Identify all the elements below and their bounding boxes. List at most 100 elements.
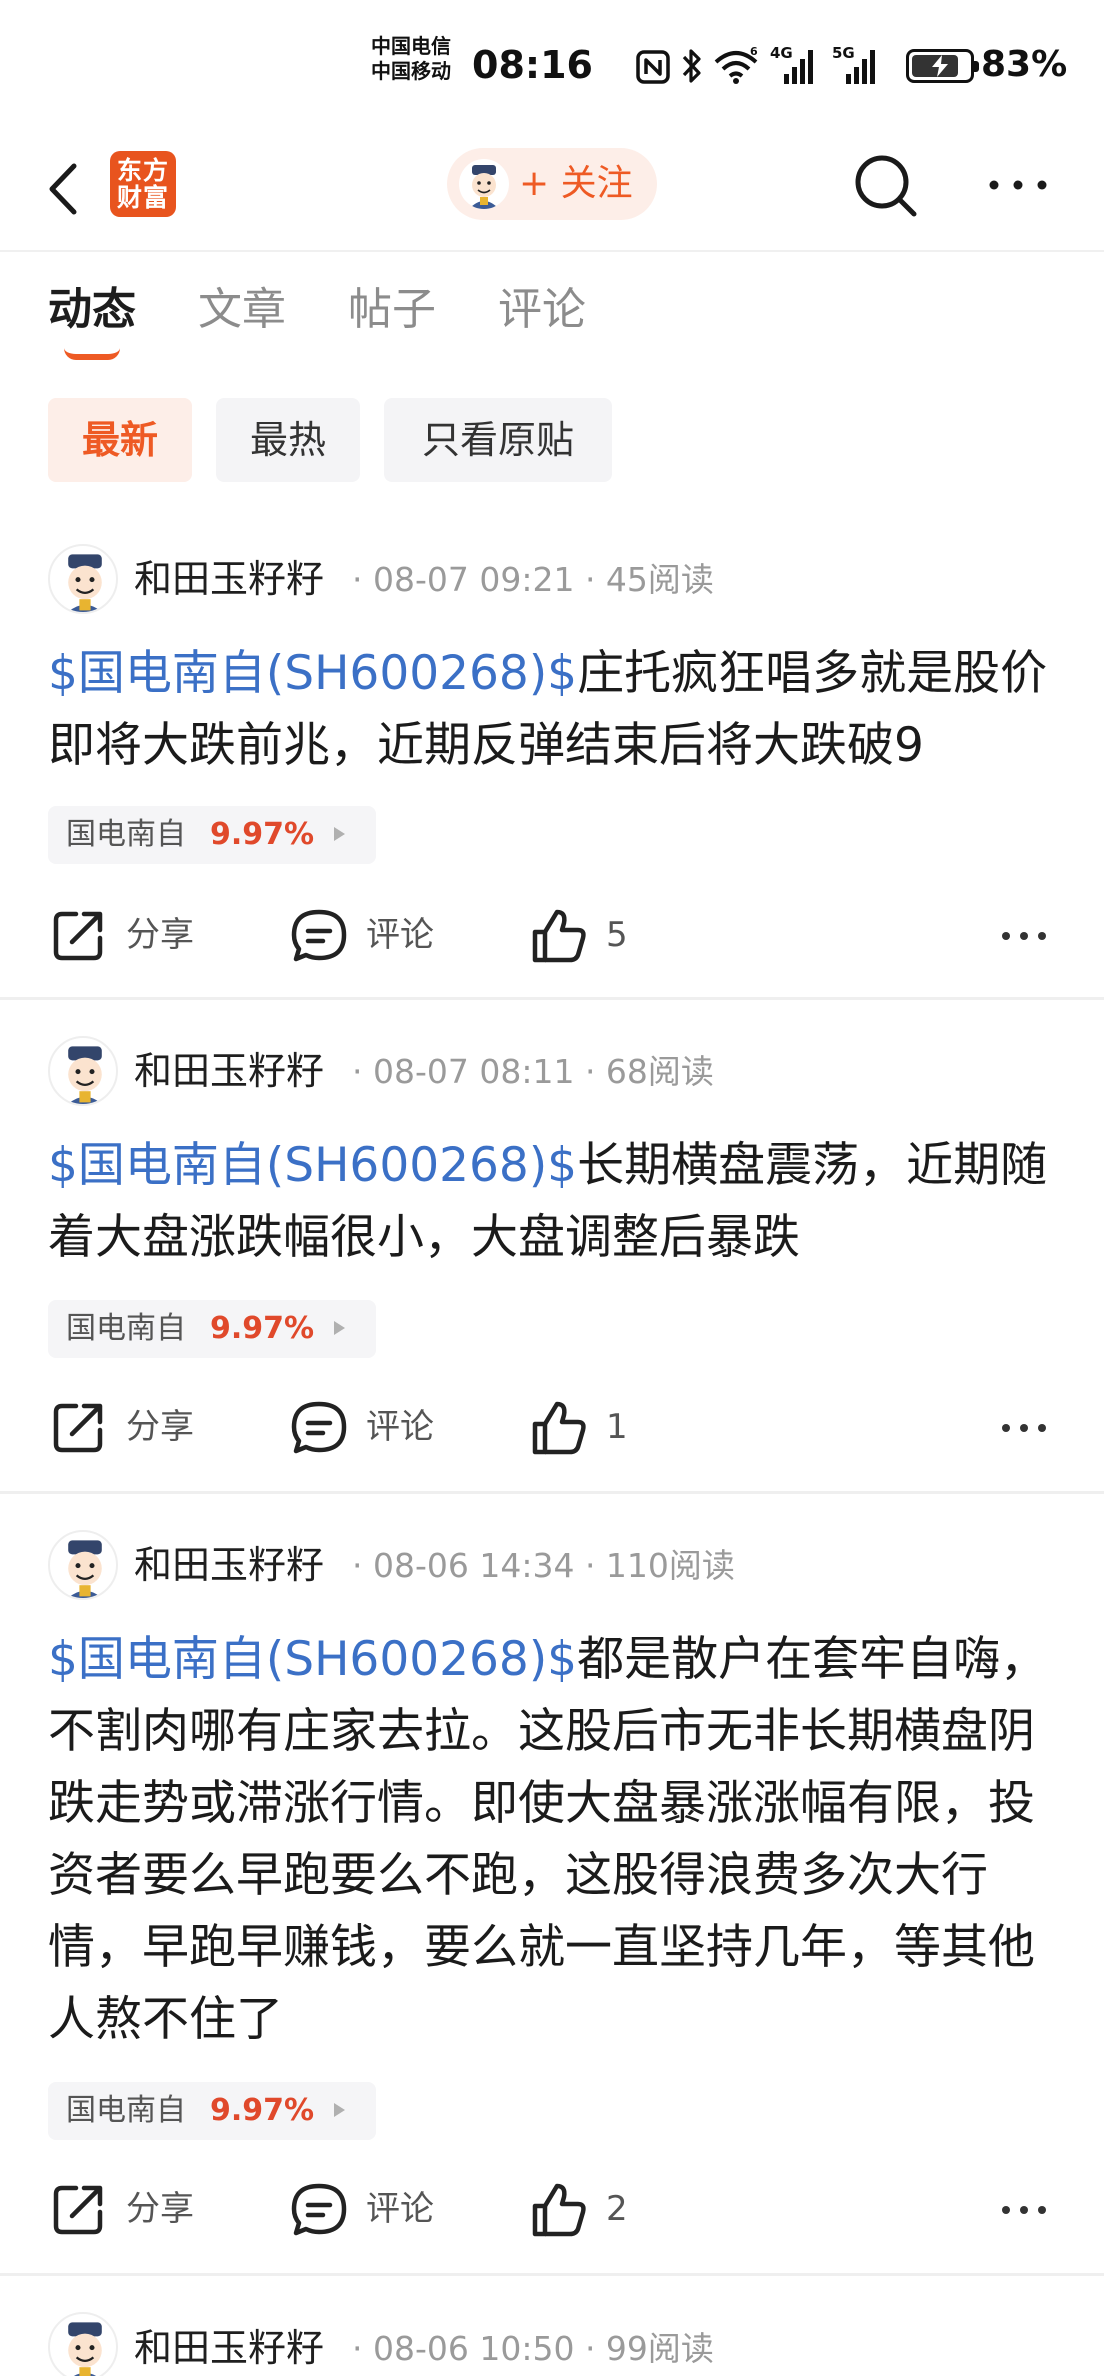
post-more-button[interactable] bbox=[1000, 1420, 1048, 1434]
filter-hottest[interactable]: 最热 bbox=[216, 398, 360, 482]
tab-comments[interactable]: 评论 bbox=[498, 282, 586, 338]
fortune-god-avatar-icon bbox=[68, 1540, 102, 1598]
status-time: 08:16 bbox=[472, 43, 593, 87]
post-meta: · 08-06 14:34 · 110阅读 bbox=[352, 1546, 735, 1585]
post-actions: 分享 评论 5 bbox=[0, 900, 1104, 970]
back-arrow-icon bbox=[49, 163, 77, 215]
stock-tag-change: 9.97% bbox=[210, 2093, 315, 2128]
back-button[interactable] bbox=[38, 154, 98, 224]
signal-4g-icon: 4G bbox=[770, 44, 813, 84]
post-card[interactable]: 和田玉籽籽 · 08-06 14:34 · 110阅读 $国电南自(SH6002… bbox=[0, 1494, 1104, 2276]
comment-label: 评论 bbox=[366, 915, 434, 955]
post-content[interactable]: $国电南自(SH600268)$都是散户在套牢自嗨，不割肉哪有庄家去拉。这股后市… bbox=[48, 1624, 1068, 2056]
avatar[interactable] bbox=[48, 1036, 118, 1106]
like-button[interactable]: 1 bbox=[530, 1392, 650, 1462]
filter-original-only[interactable]: 只看原贴 bbox=[384, 398, 612, 482]
more-dots-icon bbox=[1002, 1424, 1046, 1432]
filter-latest[interactable]: 最新 bbox=[48, 398, 192, 482]
author-name[interactable]: 和田玉籽籽 bbox=[134, 555, 324, 603]
post-meta: · 08-07 09:21 · 45阅读 bbox=[352, 560, 714, 599]
comment-button[interactable]: 评论 bbox=[290, 900, 450, 970]
fortune-god-avatar-icon bbox=[469, 165, 499, 209]
follow-button[interactable]: + 关注 bbox=[447, 148, 657, 220]
active-tab-indicator bbox=[64, 348, 120, 360]
share-icon bbox=[53, 911, 103, 961]
more-dots-icon bbox=[1002, 2206, 1046, 2214]
logo-line-1: 东方 bbox=[116, 156, 169, 185]
carrier-2: 中国移动 bbox=[371, 59, 451, 83]
charging-icon bbox=[932, 55, 948, 77]
stock-tag-name: 国电南自 bbox=[66, 1311, 186, 1346]
tab-posts[interactable]: 帖子 bbox=[348, 282, 436, 338]
avatar[interactable] bbox=[48, 1530, 118, 1600]
post-content[interactable]: $国电南自(SH600268)$庄托疯狂唱多就是股价即将大跌前兆，近期反弹结束后… bbox=[48, 638, 1068, 782]
stock-tag[interactable]: 国电南自 9.97% bbox=[48, 806, 376, 864]
post-more-button[interactable] bbox=[1000, 2202, 1048, 2216]
play-arrow-icon bbox=[334, 827, 345, 841]
like-button[interactable]: 5 bbox=[530, 900, 650, 970]
comment-label: 评论 bbox=[366, 1407, 434, 1447]
avatar[interactable] bbox=[48, 544, 118, 614]
more-dots-icon bbox=[989, 180, 1047, 190]
tab-dynamic[interactable]: 动态 bbox=[48, 282, 136, 338]
stock-tag[interactable]: 国电南自 9.97% bbox=[48, 2082, 376, 2140]
like-count: 1 bbox=[606, 1407, 628, 1447]
eastmoney-logo: 东方 财富 bbox=[110, 151, 176, 217]
signal-5g-icon: 5G bbox=[832, 44, 875, 84]
post-card[interactable]: 和田玉籽籽 · 08-07 09:21 · 45阅读 $国电南自(SH60026… bbox=[0, 520, 1104, 1000]
search-button[interactable] bbox=[852, 152, 922, 222]
network-2: 5G bbox=[832, 44, 855, 62]
more-dots-icon bbox=[1002, 932, 1046, 940]
post-card[interactable]: 和田玉籽籽 · 08-07 08:11 · 68阅读 $国电南自(SH60026… bbox=[0, 1000, 1104, 1494]
like-count: 2 bbox=[606, 2189, 628, 2229]
post-actions: 分享 评论 1 bbox=[0, 1392, 1104, 1462]
post-content[interactable]: $国电南自(SH600268)$长期横盘震荡，近期随着大盘涨跌幅很小，大盘调整后… bbox=[48, 1130, 1068, 1274]
more-button[interactable] bbox=[986, 170, 1050, 200]
tab-articles[interactable]: 文章 bbox=[198, 282, 286, 338]
share-button[interactable]: 分享 bbox=[50, 900, 210, 970]
logo-line-2: 财富 bbox=[116, 183, 169, 212]
share-button[interactable]: 分享 bbox=[50, 1392, 210, 1462]
share-label: 分享 bbox=[126, 1407, 194, 1447]
post-text: 都是散户在套牢自嗨，不割肉哪有庄家去拉。这股后市无非长期横盘阴跌走势或滞涨行情。… bbox=[48, 1632, 1048, 2047]
filter-bar: 最新 最热 只看原贴 bbox=[0, 398, 1104, 482]
author-name[interactable]: 和田玉籽籽 bbox=[134, 1541, 324, 1589]
comment-label: 评论 bbox=[366, 2189, 434, 2229]
stock-tag-name: 国电南自 bbox=[66, 817, 186, 852]
share-icon bbox=[53, 1403, 103, 1453]
fortune-god-avatar-icon bbox=[68, 554, 102, 612]
svg-text:6: 6 bbox=[750, 46, 758, 58]
network-1: 4G bbox=[770, 44, 793, 62]
post-more-button[interactable] bbox=[1000, 928, 1048, 942]
stock-link[interactable]: $国电南自(SH600268)$ bbox=[48, 646, 577, 701]
like-button[interactable]: 2 bbox=[530, 2174, 650, 2244]
comment-icon bbox=[291, 2183, 347, 2236]
post-meta: · 08-07 08:11 · 68阅读 bbox=[352, 1052, 714, 1091]
fortune-god-avatar-icon bbox=[68, 2322, 102, 2376]
status-bar: 中国电信 中国移动 08:16 6 4G 5G 83% bbox=[0, 0, 1104, 130]
like-count: 5 bbox=[606, 915, 628, 955]
stock-tag[interactable]: 国电南自 9.97% bbox=[48, 1300, 376, 1358]
post-meta: · 08-06 10:50 · 99阅读 bbox=[352, 2329, 714, 2368]
stock-link[interactable]: $国电南自(SH600268)$ bbox=[48, 1138, 577, 1193]
author-name[interactable]: 和田玉籽籽 bbox=[134, 2324, 324, 2372]
comment-button[interactable]: 评论 bbox=[290, 1392, 450, 1462]
author-name[interactable]: 和田玉籽籽 bbox=[134, 1047, 324, 1095]
thumbs-up-icon bbox=[532, 1401, 586, 1455]
thumbs-up-icon bbox=[532, 2183, 586, 2237]
battery-percentage: 83% bbox=[981, 44, 1068, 85]
stock-tag-change: 9.97% bbox=[210, 1311, 315, 1346]
share-icon bbox=[53, 2185, 103, 2235]
avatar[interactable] bbox=[48, 2312, 118, 2376]
stock-tag-change: 9.97% bbox=[210, 817, 315, 852]
stock-link[interactable]: $国电南自(SH600268)$ bbox=[48, 1632, 577, 1687]
bluetooth-icon bbox=[682, 49, 701, 83]
comment-icon bbox=[291, 1401, 347, 1454]
thumbs-up-icon bbox=[532, 909, 586, 963]
comment-button[interactable]: 评论 bbox=[290, 2174, 450, 2244]
post-card[interactable]: 和田玉籽籽 · 08-06 10:50 · 99阅读 bbox=[0, 2276, 1104, 2376]
post-actions: 分享 评论 2 bbox=[0, 2174, 1104, 2244]
share-button[interactable]: 分享 bbox=[50, 2174, 210, 2244]
share-label: 分享 bbox=[126, 2189, 194, 2229]
comment-icon bbox=[291, 909, 347, 962]
